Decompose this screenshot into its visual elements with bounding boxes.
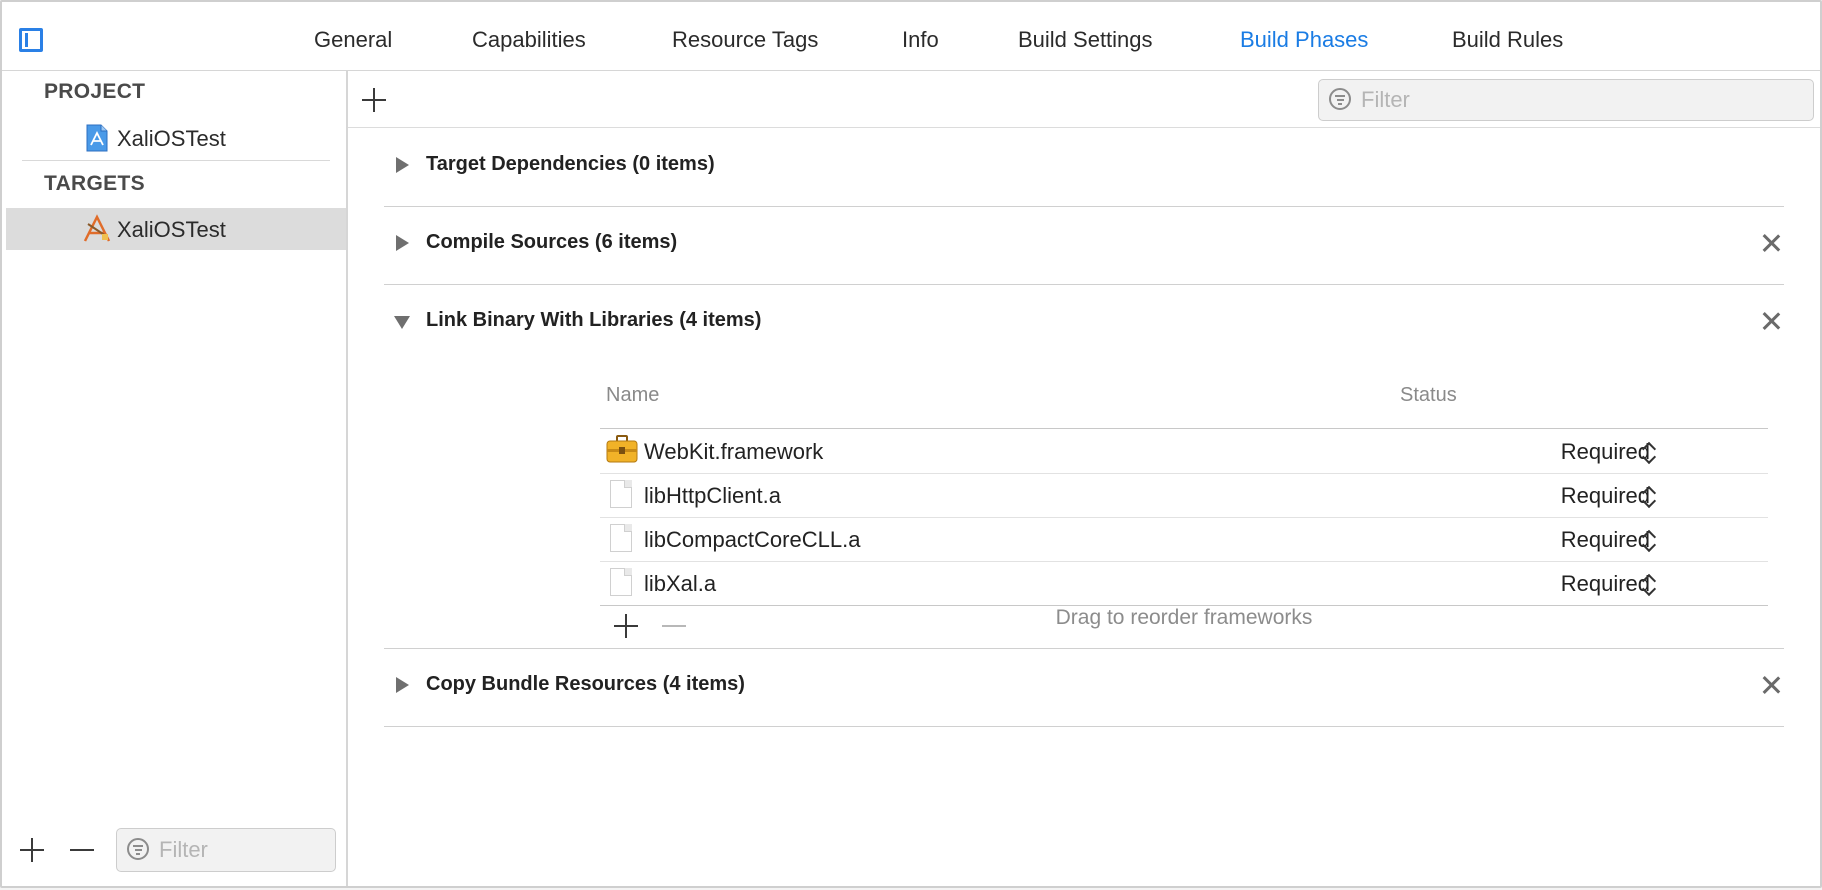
phase-copy-bundle-resources: Copy Bundle Resources (4 items) <box>384 648 1784 727</box>
phase-target-dependencies: Target Dependencies (0 items) <box>384 128 1784 207</box>
add-build-phase-button[interactable] <box>362 87 388 113</box>
table-row[interactable]: WebKit.framework Required <box>600 429 1768 474</box>
sidebar-item-target[interactable]: XaliOSTest <box>6 208 346 250</box>
table-row[interactable]: libHttpClient.a Required <box>600 473 1768 518</box>
status-stepper-icon[interactable] <box>1642 439 1656 465</box>
library-name: libCompactCoreCLL.a <box>644 527 861 552</box>
library-status[interactable]: Required <box>1561 527 1650 553</box>
disclosure-triangle-icon[interactable] <box>396 157 409 173</box>
phase-title: Compile Sources (6 items) <box>426 231 678 253</box>
tab-build-phases[interactable]: Build Phases <box>1240 27 1368 53</box>
remove-phase-close-icon[interactable] <box>1762 234 1780 252</box>
build-phases-panel: Filter Target Dependencies (0 items) Com… <box>348 71 1820 886</box>
build-phases-filter-field[interactable]: Filter <box>1318 79 1814 121</box>
file-icon <box>610 568 632 596</box>
column-header-status[interactable]: Status <box>1400 384 1457 407</box>
drag-reorder-hint: Drag to reorder frameworks <box>1055 606 1313 629</box>
status-stepper-icon[interactable] <box>1642 483 1656 509</box>
phase-title: Link Binary With Libraries (4 items) <box>426 309 762 331</box>
tab-capabilities[interactable]: Capabilities <box>472 27 586 53</box>
tab-general[interactable]: General <box>314 27 392 53</box>
phase-title: Copy Bundle Resources (4 items) <box>426 673 745 695</box>
phase-title: Target Dependencies (0 items) <box>426 153 715 175</box>
tab-info[interactable]: Info <box>902 27 939 53</box>
framework-toolbox-icon <box>606 435 638 463</box>
library-name: libXal.a <box>644 571 717 596</box>
phase-header[interactable]: Target Dependencies (0 items) <box>384 128 1784 204</box>
library-name: libHttpClient.a <box>644 483 781 508</box>
status-stepper-icon[interactable] <box>1642 571 1656 597</box>
library-name: WebKit.framework <box>644 439 824 464</box>
phase-header[interactable]: Compile Sources (6 items) <box>384 206 1784 282</box>
build-phases-filter-placeholder: Filter <box>1361 87 1410 112</box>
table-row[interactable]: libCompactCoreCLL.a Required <box>600 517 1768 562</box>
sidebar-filter-field[interactable]: Filter <box>116 828 336 872</box>
disclosure-triangle-icon[interactable] <box>394 316 410 329</box>
phase-header[interactable]: Copy Bundle Resources (4 items) <box>384 648 1784 724</box>
project-navigator-sidebar: PROJECT XaliOSTest TARGETS XaliOSTest Fi… <box>2 71 348 886</box>
phase-compile-sources: Compile Sources (6 items) <box>384 206 1784 285</box>
remove-phase-close-icon[interactable] <box>1762 312 1780 330</box>
sidebar-divider <box>22 160 330 161</box>
app-target-icon <box>83 214 111 242</box>
filter-icon <box>127 838 149 860</box>
tab-build-settings[interactable]: Build Settings <box>1018 27 1153 53</box>
sidebar-item-project[interactable]: XaliOSTest <box>6 117 346 159</box>
phase-link-binary-with-libraries: Link Binary With Libraries (4 items) Nam… <box>384 284 1784 649</box>
add-target-button[interactable] <box>20 837 46 863</box>
libraries-table-footer: Drag to reorder frameworks <box>600 600 1768 640</box>
disclosure-triangle-icon[interactable] <box>396 677 409 693</box>
sidebar-toggle-icon[interactable] <box>19 28 43 52</box>
library-status[interactable]: Required <box>1561 439 1650 465</box>
xcode-project-editor: General Capabilities Resource Tags Info … <box>0 0 1822 888</box>
sidebar-item-label: XaliOSTest <box>117 217 226 242</box>
library-status[interactable]: Required <box>1561 483 1650 509</box>
build-phases-toolbar: Filter <box>348 71 1820 128</box>
phase-header[interactable]: Link Binary With Libraries (4 items) <box>384 284 1784 360</box>
project-file-icon <box>86 124 108 152</box>
status-stepper-icon[interactable] <box>1642 527 1656 553</box>
targets-section-header: TARGETS <box>44 172 145 195</box>
tab-build-rules[interactable]: Build Rules <box>1452 27 1563 53</box>
remove-phase-close-icon[interactable] <box>1762 676 1780 694</box>
project-section-header: PROJECT <box>44 80 146 103</box>
editor-tab-bar: General Capabilities Resource Tags Info … <box>2 2 1820 71</box>
tab-resource-tags[interactable]: Resource Tags <box>672 27 818 53</box>
sidebar-filter-placeholder: Filter <box>159 837 208 862</box>
column-header-name[interactable]: Name <box>606 384 659 407</box>
sidebar-item-label: XaliOSTest <box>117 126 226 151</box>
file-icon <box>610 524 632 552</box>
file-icon <box>610 480 632 508</box>
remove-target-button[interactable] <box>70 837 96 863</box>
library-status[interactable]: Required <box>1561 571 1650 597</box>
filter-icon <box>1329 88 1351 110</box>
disclosure-triangle-icon[interactable] <box>396 235 409 251</box>
sidebar-bottom-bar: Filter <box>2 816 346 886</box>
